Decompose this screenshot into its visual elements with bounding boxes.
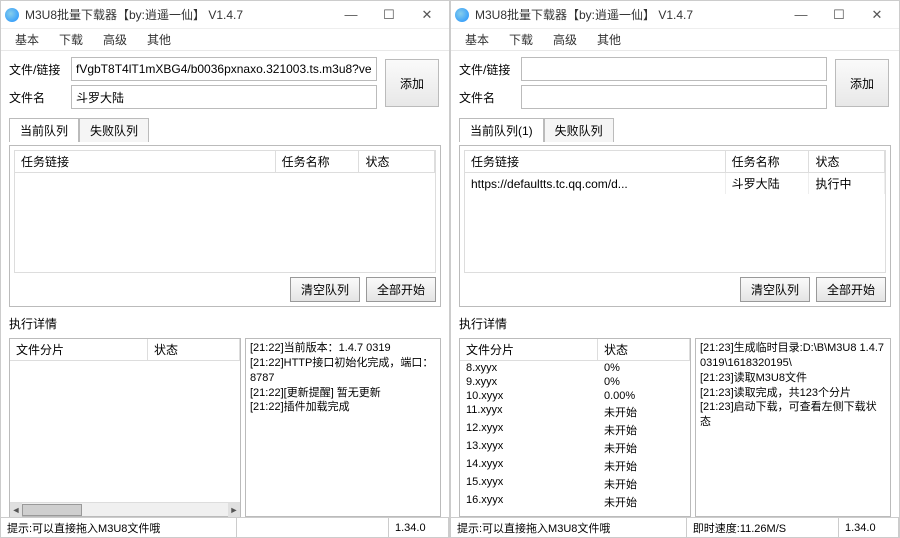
app-title: M3U8批量下载器【by:逍遥一仙】 V1.4.7 xyxy=(475,6,789,23)
titlebar[interactable]: M3U8批量下载器【by:逍遥一仙】 V1.4.7 — ☐ ✕ xyxy=(451,1,899,29)
file-name-input[interactable] xyxy=(71,85,377,109)
minimize-button[interactable]: — xyxy=(339,7,363,23)
file-name-label: 文件名 xyxy=(459,89,515,106)
file-link-input[interactable] xyxy=(521,57,827,81)
menu-basic[interactable]: 基本 xyxy=(457,29,497,50)
col-task-name[interactable]: 任务名称 xyxy=(725,151,809,173)
menu-basic[interactable]: 基本 xyxy=(7,29,47,50)
status-speed xyxy=(237,518,389,537)
statusbar: 提示:可以直接拖入M3U8文件哦 即时速度:11.26M/S 1.34.0 xyxy=(451,517,899,537)
status-version: 1.34.0 xyxy=(839,518,899,537)
menubar: 基本 下载 高级 其他 xyxy=(451,29,899,51)
list-item[interactable]: 10.xyyx0.00% xyxy=(460,389,690,403)
col-status[interactable]: 状态 xyxy=(359,151,435,173)
queue-table: 任务链接 任务名称 状态 xyxy=(15,151,435,173)
file-name-input[interactable] xyxy=(521,85,827,109)
log-line: [21:22]HTTP接口初始化完成，端口：8787 xyxy=(250,356,436,386)
window-left: M3U8批量下载器【by:逍遥一仙】 V1.4.7 — ☐ ✕ 基本 下载 高级… xyxy=(0,0,450,538)
list-item[interactable]: 11.xyyx未开始 xyxy=(460,403,690,421)
app-icon xyxy=(455,8,469,22)
list-item[interactable]: 12.xyyx未开始 xyxy=(460,421,690,439)
file-link-input[interactable] xyxy=(71,57,377,81)
status-version: 1.34.0 xyxy=(389,518,449,537)
close-button[interactable]: ✕ xyxy=(415,7,439,23)
statusbar: 提示:可以直接拖入M3U8文件哦 1.34.0 xyxy=(1,517,449,537)
menu-download[interactable]: 下载 xyxy=(501,29,541,50)
list-item[interactable]: 13.xyyx未开始 xyxy=(460,439,690,457)
tab-current-queue[interactable]: 当前队列 xyxy=(9,118,79,142)
queue-panel: 任务链接 任务名称 状态 清空队列 全部开始 xyxy=(9,145,441,307)
queue-panel: 任务链接 任务名称 状态 https://defaultts.tc.qq.com… xyxy=(459,145,891,307)
file-link-label: 文件/链接 xyxy=(9,61,65,78)
detail-table: 文件分片 状态 ◄ ► xyxy=(9,338,241,517)
log-line: [21:23]启动下载，可查看左侧下载状态 xyxy=(700,400,886,430)
col-part-status[interactable]: 状态 xyxy=(148,339,240,360)
list-item[interactable]: 15.xyyx未开始 xyxy=(460,475,690,493)
menu-download[interactable]: 下载 xyxy=(51,29,91,50)
app-icon xyxy=(5,8,19,22)
titlebar[interactable]: M3U8批量下载器【by:逍遥一仙】 V1.4.7 — ☐ ✕ xyxy=(1,1,449,29)
scroll-right-icon[interactable]: ► xyxy=(228,503,240,517)
log-line: [21:22]当前版本：1.4.7 0319 xyxy=(250,341,436,356)
col-task-link[interactable]: 任务链接 xyxy=(15,151,275,173)
log-panel[interactable]: [21:23]生成临时目录:D:\B\M3U8 1.4.7 0319\16183… xyxy=(695,338,891,517)
log-line: [21:22][更新提醒] 暂无更新 xyxy=(250,386,436,401)
menu-advanced[interactable]: 高级 xyxy=(95,29,135,50)
scroll-left-icon[interactable]: ◄ xyxy=(10,503,22,517)
add-button[interactable]: 添加 xyxy=(835,59,889,107)
menu-other[interactable]: 其他 xyxy=(139,29,179,50)
queue-table: 任务链接 任务名称 状态 https://defaultts.tc.qq.com… xyxy=(465,151,885,194)
menubar: 基本 下载 高级 其他 xyxy=(1,29,449,51)
status-hint: 提示:可以直接拖入M3U8文件哦 xyxy=(451,518,687,537)
exec-detail-label: 执行详情 xyxy=(459,311,891,334)
file-name-label: 文件名 xyxy=(9,89,65,106)
tab-failed-queue[interactable]: 失败队列 xyxy=(79,118,149,142)
clear-queue-button[interactable]: 清空队列 xyxy=(740,277,810,302)
log-panel[interactable]: [21:22]当前版本：1.4.7 0319[21:22]HTTP接口初始化完成… xyxy=(245,338,441,517)
log-line: [21:23]读取M3U8文件 xyxy=(700,371,886,386)
add-button[interactable]: 添加 xyxy=(385,59,439,107)
start-all-button[interactable]: 全部开始 xyxy=(816,277,886,302)
status-hint: 提示:可以直接拖入M3U8文件哦 xyxy=(1,518,237,537)
tab-failed-queue[interactable]: 失败队列 xyxy=(544,118,614,142)
close-button[interactable]: ✕ xyxy=(865,7,889,23)
log-line: [21:23]生成临时目录:D:\B\M3U8 1.4.7 0319\16183… xyxy=(700,341,886,371)
start-all-button[interactable]: 全部开始 xyxy=(366,277,436,302)
maximize-button[interactable]: ☐ xyxy=(827,7,851,23)
list-item[interactable]: 9.xyyx0% xyxy=(460,375,690,389)
window-right: M3U8批量下载器【by:逍遥一仙】 V1.4.7 — ☐ ✕ 基本 下载 高级… xyxy=(450,0,900,538)
list-item[interactable]: 16.xyyx未开始 xyxy=(460,493,690,511)
col-file-part[interactable]: 文件分片 xyxy=(10,339,148,360)
table-row[interactable]: https://defaultts.tc.qq.com/d...斗罗大陆执行中 xyxy=(465,173,885,195)
clear-queue-button[interactable]: 清空队列 xyxy=(290,277,360,302)
hscrollbar[interactable]: ◄ ► xyxy=(10,502,240,516)
list-item[interactable]: 14.xyyx未开始 xyxy=(460,457,690,475)
col-task-name[interactable]: 任务名称 xyxy=(275,151,359,173)
app-title: M3U8批量下载器【by:逍遥一仙】 V1.4.7 xyxy=(25,6,339,23)
exec-detail-label: 执行详情 xyxy=(9,311,441,334)
menu-other[interactable]: 其他 xyxy=(589,29,629,50)
maximize-button[interactable]: ☐ xyxy=(377,7,401,23)
menu-advanced[interactable]: 高级 xyxy=(545,29,585,50)
col-status[interactable]: 状态 xyxy=(809,151,885,173)
col-part-status[interactable]: 状态 xyxy=(598,339,690,360)
log-line: [21:23]读取完成，共123个分片 xyxy=(700,386,886,401)
status-speed: 即时速度:11.26M/S xyxy=(687,518,839,537)
minimize-button[interactable]: — xyxy=(789,7,813,23)
list-item[interactable]: 8.xyyx0% xyxy=(460,361,690,375)
scroll-thumb[interactable] xyxy=(22,504,82,516)
detail-table: 文件分片 状态 8.xyyx0%9.xyyx0%10.xyyx0.00%11.x… xyxy=(459,338,691,517)
col-file-part[interactable]: 文件分片 xyxy=(460,339,598,360)
file-link-label: 文件/链接 xyxy=(459,61,515,78)
log-line: [21:22]插件加载完成 xyxy=(250,400,436,415)
tab-current-queue[interactable]: 当前队列(1) xyxy=(459,118,544,142)
col-task-link[interactable]: 任务链接 xyxy=(465,151,725,173)
